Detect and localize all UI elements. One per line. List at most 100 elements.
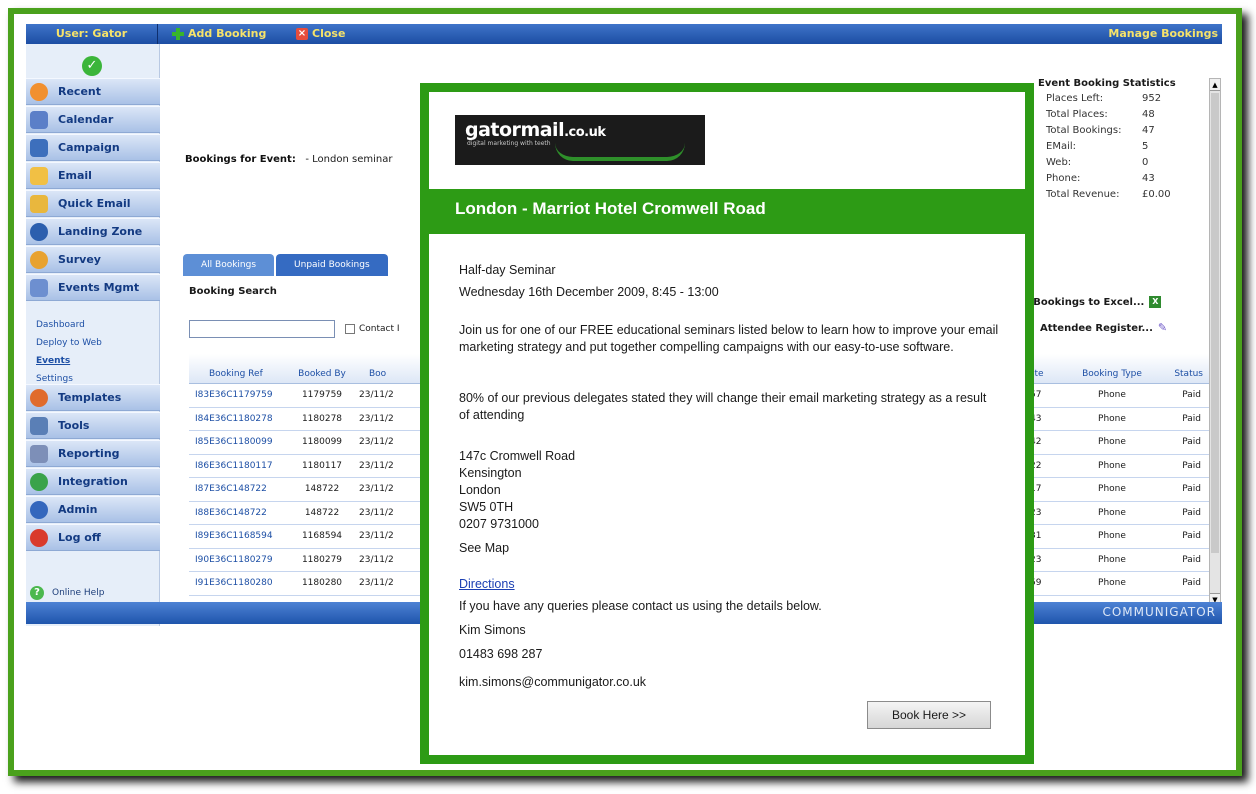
table-row[interactable]: :31 Phone Paid — [1025, 525, 1209, 549]
sidebar-item-admin[interactable]: Admin — [26, 496, 160, 523]
col-date[interactable]: ate — [1029, 369, 1067, 383]
sidebar-item-reporting[interactable]: Reporting — [26, 440, 160, 467]
booking-search-input[interactable] — [189, 320, 335, 338]
table-row[interactable]: I87E36C148722 148722 23/11/2 — [189, 478, 421, 502]
venue-phone: 0207 9731000 — [459, 517, 539, 531]
survey-icon — [30, 250, 48, 269]
sidebar-item-log-off[interactable]: Log off — [26, 524, 160, 551]
sidebar-item-label: Log off — [58, 531, 101, 544]
vertical-scrollbar[interactable]: ▲ ▼ — [1209, 78, 1221, 606]
stat-value: 43 — [1142, 173, 1155, 184]
stat-row: Total Bookings: 47 — [1038, 123, 1208, 139]
tab-unpaid-bookings[interactable]: Unpaid Bookings — [276, 254, 388, 276]
sidebar-item-calendar[interactable]: Calendar — [26, 106, 160, 133]
table-row[interactable]: :42 Phone Paid — [1025, 431, 1209, 455]
table-row[interactable]: I84E36C1180278 1180278 23/11/2 — [189, 408, 421, 431]
booking-ref-link[interactable]: I90E36C1180279 — [189, 555, 291, 565]
table-row[interactable]: I88E36C148722 148722 23/11/2 — [189, 502, 421, 525]
sidebar-sub-dashboard[interactable]: Dashboard — [36, 320, 85, 330]
table-row[interactable]: :57 Phone Paid — [1025, 384, 1209, 408]
sidebar-sub-deploy[interactable]: Deploy to Web — [36, 338, 102, 348]
booking-ref-link[interactable]: I83E36C1179759 — [189, 390, 291, 400]
sidebar-item-recent[interactable]: Recent — [26, 78, 160, 105]
bookings-table-right: ate Booking Type Status :57 Phone Paid :43… — [1025, 354, 1209, 596]
address-line: Kensington — [459, 466, 522, 480]
stat-label: Total Revenue: — [1046, 189, 1120, 200]
booking-ref-link[interactable]: I87E36C148722 — [189, 484, 291, 494]
contact-checkbox[interactable]: Contact I — [345, 324, 400, 334]
sidebar-item-quick-email[interactable]: Quick Email — [26, 190, 160, 217]
col-booked-date[interactable]: Boo — [353, 369, 413, 383]
table-row[interactable]: I85E36C1180099 1180099 23/11/2 — [189, 431, 421, 455]
booking-ref-link[interactable]: I86E36C1180117 — [189, 461, 291, 471]
admin-icon — [30, 500, 48, 519]
sidebar-item-tools[interactable]: Tools — [26, 412, 160, 439]
tab-all-bookings[interactable]: All Bookings — [183, 254, 275, 276]
stat-value: 952 — [1142, 93, 1162, 104]
attendee-register-link[interactable]: Attendee Register... ✎ — [1040, 322, 1170, 334]
table-row[interactable]: :23 Phone Paid — [1025, 502, 1209, 525]
contact-phone: 01483 698 287 — [459, 647, 543, 661]
scroll-up-icon[interactable]: ▲ — [1210, 79, 1220, 91]
book-here-button[interactable]: Book Here >> — [867, 701, 991, 729]
event-booking-statistics: Event Booking Statistics Places Left: 952… — [1038, 78, 1208, 203]
bookings-for-label: Bookings for Event: — [185, 154, 296, 165]
sidebar-item-integration[interactable]: Integration — [26, 468, 160, 495]
export-excel-link[interactable]: t Bookings to Excel... X — [1025, 296, 1162, 308]
booking-ref-link[interactable]: I91E36C1180280 — [189, 578, 291, 588]
contact-name: Kim Simons — [459, 623, 526, 637]
sidebar-sub-events[interactable]: Events — [36, 356, 70, 366]
col-booking-type[interactable]: Booking Type — [1067, 369, 1157, 383]
booking-date: 23/11/2 — [359, 413, 394, 424]
col-status[interactable]: Status — [1157, 369, 1203, 383]
col-booking-ref[interactable]: Booking Ref — [189, 369, 291, 383]
sidebar-item-templates[interactable]: Templates — [26, 384, 160, 411]
scroll-thumb[interactable] — [1211, 93, 1219, 553]
venue-address: 147c Cromwell Road Kensington London SW5… — [459, 448, 575, 533]
venue-title: London - Marriot Hotel Cromwell Road — [455, 199, 766, 218]
col-booked-by[interactable]: Booked By — [291, 369, 353, 383]
booking-type-cell: Phone — [1098, 554, 1126, 565]
directions-link[interactable]: Directions — [459, 577, 515, 591]
app-window: User: Gator Add Booking × Close Manage B… — [26, 24, 1222, 768]
table-row[interactable]: :22 Phone Paid — [1025, 455, 1209, 478]
table-row[interactable]: I90E36C1180279 1180279 23/11/2 — [189, 549, 421, 572]
table-row[interactable]: :43 Phone Paid — [1025, 408, 1209, 431]
event-stat: 80% of our previous delegates stated the… — [459, 391, 987, 422]
table-row[interactable]: I89E36C1168594 1168594 23/11/2 — [189, 525, 421, 549]
sidebar-item-email[interactable]: Email — [26, 162, 160, 189]
table-row[interactable]: I91E36C1180280 1180280 23/11/2 — [189, 572, 421, 596]
table-row[interactable]: :17 Phone Paid — [1025, 478, 1209, 502]
sidebar-item-events-mgmt[interactable]: Events Mgmt — [26, 274, 160, 301]
sidebar-item-landing-zone[interactable]: Landing Zone — [26, 218, 160, 245]
table-row[interactable]: I83E36C1179759 1179759 23/11/2 — [189, 384, 421, 408]
status-cell: Paid — [1182, 390, 1201, 401]
online-help-link[interactable]: ? Online Help — [30, 586, 104, 600]
status-cell: Paid — [1182, 578, 1201, 589]
event-datetime: Wednesday 16th December 2009, 8:45 - 13:… — [459, 285, 719, 299]
sidebar-item-label: Integration — [58, 475, 128, 488]
table-header: Booking Ref Booked By Boo — [189, 354, 421, 384]
table-row[interactable]: I86E36C1180117 1180117 23/11/2 — [189, 455, 421, 478]
table-row[interactable]: :23 Phone Paid — [1025, 549, 1209, 572]
sidebar-item-survey[interactable]: Survey — [26, 246, 160, 273]
stat-value: 47 — [1142, 125, 1155, 136]
address-line: London — [459, 483, 501, 497]
sidebar-sub-settings[interactable]: Settings — [36, 374, 73, 384]
booking-ref-link[interactable]: I84E36C1180278 — [189, 414, 291, 424]
add-booking-button[interactable]: Add Booking — [172, 24, 266, 44]
stat-row: Total Places: 48 — [1038, 107, 1208, 123]
checkbox[interactable] — [345, 324, 355, 334]
close-button[interactable]: × Close — [296, 24, 345, 44]
stat-label: Web: — [1046, 157, 1072, 168]
export-excel-label: t Bookings to Excel... — [1025, 296, 1145, 308]
table-row[interactable]: :59 Phone Paid — [1025, 572, 1209, 596]
stat-value: 48 — [1142, 109, 1155, 120]
logo-part-a: gator — [465, 119, 521, 141]
campaign-icon — [30, 138, 48, 157]
booking-ref-link[interactable]: I85E36C1180099 — [189, 437, 291, 447]
sidebar-item-campaign[interactable]: Campaign — [26, 134, 160, 161]
booking-ref-link[interactable]: I89E36C1168594 — [189, 531, 291, 541]
status-cell: Paid — [1182, 460, 1201, 471]
booking-ref-link[interactable]: I88E36C148722 — [189, 508, 291, 518]
